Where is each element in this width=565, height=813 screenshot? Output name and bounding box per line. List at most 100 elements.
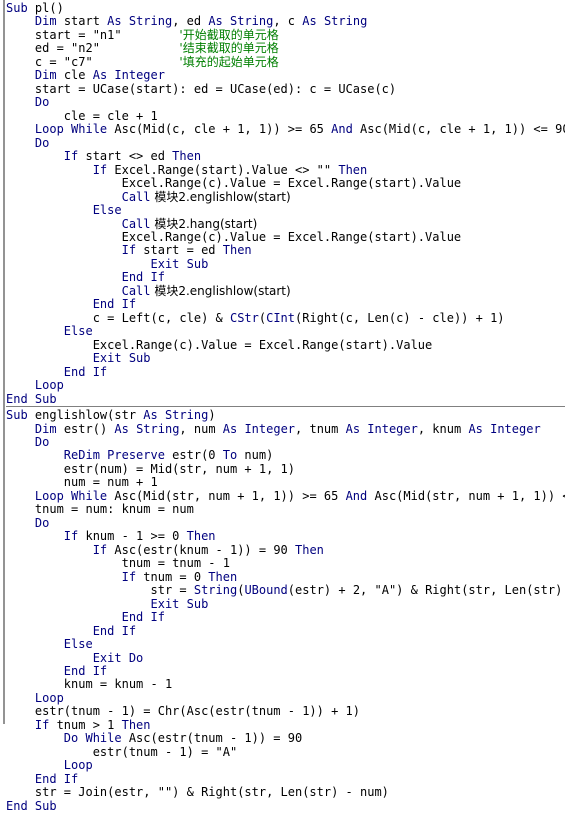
- keyword-token: Then: [208, 569, 238, 584]
- code-line[interactable]: Do: [6, 516, 565, 530]
- procedure-pl[interactable]: Sub pl() Dim start As String, ed As Stri…: [6, 0, 565, 406]
- keyword-token: End Sub: [6, 391, 57, 406]
- keyword-token: Then: [172, 149, 202, 164]
- code-line[interactable]: ReDim Preserve estr(0 To num): [6, 449, 565, 462]
- code-token: , knum: [417, 421, 469, 436]
- code-line[interactable]: Sub englishlow(str As String): [6, 407, 565, 422]
- code-line[interactable]: End If: [6, 772, 565, 786]
- code-line[interactable]: estr(num) = Mid(str, num + 1, 1): [6, 461, 565, 476]
- code-line[interactable]: Dim estr() As String, num As Integer, tn…: [6, 421, 565, 436]
- code-token: estr(0: [164, 448, 223, 463]
- code-line[interactable]: c = "c7" '填充的起始单元格: [6, 55, 565, 69]
- code-line[interactable]: If Asc(estr(knum - 1)) = 90 Then: [6, 543, 565, 557]
- code-line[interactable]: Exit Do: [6, 651, 565, 665]
- code-line[interactable]: Do: [6, 435, 565, 449]
- code-line[interactable]: Excel.Range(c).Value = Excel.Range(start…: [6, 176, 565, 191]
- code-line[interactable]: start = UCase(start): ed = UCase(ed): c …: [6, 82, 565, 96]
- code-line[interactable]: Exit Sub: [6, 597, 565, 611]
- code-line[interactable]: Excel.Range(c).Value = Excel.Range(start…: [6, 230, 565, 244]
- code-line[interactable]: If tnum > 1 Then: [6, 718, 565, 732]
- code-line[interactable]: num = num + 1: [6, 476, 565, 489]
- code-line[interactable]: Do: [6, 136, 565, 150]
- keyword-token: If: [63, 529, 79, 544]
- code-token: Excel.Range(c).Value = Excel.Range(start…: [6, 176, 462, 191]
- code-line[interactable]: Call 模块2.englishlow(start): [6, 283, 565, 298]
- code-line[interactable]: estr(tnum - 1) = Chr(Asc(estr(tnum - 1))…: [6, 705, 565, 718]
- keyword-token: Dim: [34, 421, 57, 436]
- code-line[interactable]: Do: [6, 96, 565, 109]
- keyword-token: End If: [121, 610, 165, 625]
- code-line[interactable]: If knum - 1 >= 0 Then: [6, 530, 565, 543]
- code-token: 模块2.englishlow(start): [150, 189, 291, 204]
- code-token: estr(num) = Mid(str, num + 1, 1): [6, 461, 295, 476]
- code-token: 模块2.englishlow(start): [150, 283, 291, 298]
- code-line[interactable]: Loop: [6, 378, 565, 392]
- code-line[interactable]: If start = ed Then: [6, 244, 565, 257]
- keyword-token: If: [121, 243, 137, 258]
- code-line[interactable]: c = Left(c, cle) & CStr(CInt(Right(c, Le…: [6, 310, 565, 325]
- code-line[interactable]: End If: [6, 610, 565, 625]
- code-line[interactable]: tnum = num: knum = num: [6, 503, 565, 516]
- code-token: , c: [273, 14, 303, 29]
- code-line[interactable]: End If: [6, 664, 565, 678]
- code-line[interactable]: Exit Sub: [6, 257, 565, 271]
- keyword-token: As Integer: [92, 68, 165, 83]
- code-line[interactable]: Call 模块2.hang(start): [6, 217, 565, 231]
- code-line[interactable]: End Sub: [6, 391, 565, 406]
- code-line[interactable]: Call 模块2.englishlow(start): [6, 189, 565, 204]
- code-line[interactable]: estr(tnum - 1) = "A": [6, 744, 565, 759]
- keyword-token: Loop: [63, 758, 93, 773]
- code-line[interactable]: End If: [6, 271, 565, 284]
- code-token: Asc(Mid(str, num + 1, 1)) >= 65: [107, 488, 346, 503]
- code-line[interactable]: Loop: [6, 759, 565, 772]
- code-token: estr(tnum - 1) = Chr(Asc(estr(tnum - 1))…: [6, 704, 361, 719]
- code-line[interactable]: End Sub: [6, 799, 565, 813]
- code-line[interactable]: Else: [6, 637, 565, 651]
- code-line[interactable]: Dim cle As Integer: [6, 69, 565, 82]
- code-line[interactable]: If start <> ed Then: [6, 149, 565, 164]
- code-line[interactable]: cle = cle + 1: [6, 109, 565, 123]
- code-token: estr(): [56, 421, 115, 436]
- code-line[interactable]: If Excel.Range(start).Value <> "" Then: [6, 163, 565, 177]
- code-token: tnum = num: knum = num: [6, 502, 194, 517]
- keyword-token: Do While: [63, 731, 122, 746]
- code-line[interactable]: str = String(UBound(estr) + 2, "A") & Ri…: [6, 583, 565, 598]
- keyword-token: String: [193, 583, 238, 598]
- code-line[interactable]: Else: [6, 325, 565, 338]
- code-line[interactable]: Excel.Range(c).Value = Excel.Range(start…: [6, 338, 565, 352]
- code-surface[interactable]: Sub pl() Dim start As String, ed As Stri…: [6, 0, 565, 812]
- code-line[interactable]: Loop While Asc(Mid(str, num + 1, 1)) >= …: [6, 488, 565, 503]
- code-line[interactable]: End If: [6, 624, 565, 638]
- code-line[interactable]: Sub pl(): [6, 0, 565, 15]
- code-line[interactable]: If tnum = 0 Then: [6, 569, 565, 584]
- code-line[interactable]: End If: [6, 298, 565, 311]
- code-line[interactable]: End If: [6, 365, 565, 379]
- keyword-token: If: [121, 569, 137, 584]
- code-token: estr(tnum - 1) = "A": [6, 744, 238, 759]
- code-line[interactable]: Loop: [6, 691, 565, 705]
- keyword-token: Else: [63, 324, 93, 339]
- keyword-token: Call: [121, 283, 151, 298]
- code-line[interactable]: ed = "n2" '结束截取的单元格: [6, 42, 565, 55]
- keyword-token: CInt: [266, 310, 296, 325]
- code-line[interactable]: Exit Sub: [6, 351, 565, 365]
- keyword-token: As Integer: [222, 421, 296, 436]
- code-line[interactable]: Dim start As String, ed As String, c As …: [6, 15, 565, 28]
- keyword-token: Sub: [6, 408, 28, 423]
- vba-code-editor-window[interactable]: Sub pl() Dim start As String, ed As Stri…: [0, 0, 565, 812]
- code-line[interactable]: tnum = tnum - 1: [6, 556, 565, 570]
- code-token: start <> ed: [78, 149, 173, 164]
- code-line[interactable]: knum = knum - 1: [6, 678, 565, 691]
- code-line[interactable]: Else: [6, 203, 565, 217]
- code-line[interactable]: Do While Asc(estr(tnum - 1)) = 90: [6, 732, 565, 745]
- code-line[interactable]: str = Join(estr, "") & Right(str, Len(st…: [6, 785, 565, 799]
- code-line[interactable]: Loop While Asc(Mid(c, cle + 1, 1)) >= 65…: [6, 122, 565, 136]
- procedure-englishlow[interactable]: Sub englishlow(str As String) Dim estr()…: [6, 407, 565, 813]
